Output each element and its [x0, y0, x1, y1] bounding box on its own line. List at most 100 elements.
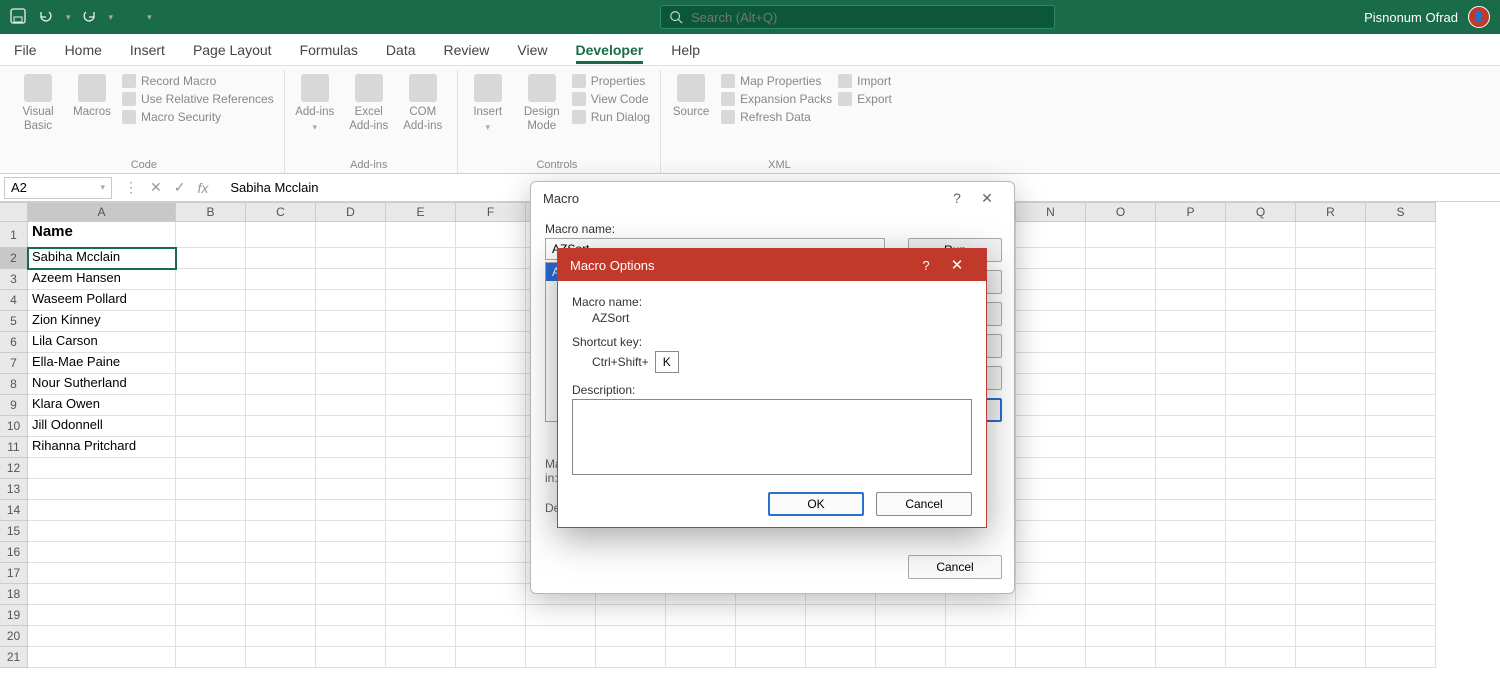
cell[interactable]: Zion Kinney	[28, 311, 176, 332]
cell[interactable]	[456, 332, 526, 353]
cell[interactable]	[1156, 395, 1226, 416]
column-header[interactable]: B	[176, 202, 246, 222]
cell[interactable]	[1296, 479, 1366, 500]
cell[interactable]	[1296, 311, 1366, 332]
cell[interactable]	[1226, 374, 1296, 395]
cell[interactable]	[1296, 332, 1366, 353]
column-header[interactable]: A	[28, 202, 176, 222]
tab-help[interactable]: Help	[671, 36, 700, 64]
cell[interactable]	[1016, 395, 1086, 416]
cell[interactable]	[1016, 605, 1086, 626]
cell[interactable]	[876, 605, 946, 626]
close-icon[interactable]: ✕	[972, 190, 1002, 207]
cell[interactable]	[666, 605, 736, 626]
cell[interactable]	[736, 626, 806, 647]
cell[interactable]	[386, 500, 456, 521]
qat-customize-icon[interactable]: ▾	[147, 12, 152, 23]
cell[interactable]	[176, 542, 246, 563]
cell[interactable]	[1016, 500, 1086, 521]
cell[interactable]	[1226, 395, 1296, 416]
row-header[interactable]: 5	[0, 311, 28, 332]
cell[interactable]: Klara Owen	[28, 395, 176, 416]
cell[interactable]	[246, 563, 316, 584]
cell[interactable]	[876, 647, 946, 668]
addins-button[interactable]: Add-ins▾	[291, 74, 339, 133]
row-header[interactable]: 4	[0, 290, 28, 311]
insert-control-button[interactable]: Insert▾	[464, 74, 512, 133]
redo-icon[interactable]	[81, 8, 99, 26]
cell[interactable]	[1156, 500, 1226, 521]
cell[interactable]	[1296, 437, 1366, 458]
search-box[interactable]	[660, 5, 1055, 29]
cell[interactable]	[1296, 290, 1366, 311]
column-header[interactable]: S	[1366, 202, 1436, 222]
cell[interactable]	[456, 542, 526, 563]
undo-icon[interactable]	[38, 8, 56, 26]
cell[interactable]: Rihanna Pritchard	[28, 437, 176, 458]
cell[interactable]	[666, 647, 736, 668]
cell[interactable]	[526, 626, 596, 647]
cell[interactable]	[316, 222, 386, 248]
cell[interactable]	[456, 458, 526, 479]
cell[interactable]	[1366, 626, 1436, 647]
row-header[interactable]: 20	[0, 626, 28, 647]
cell[interactable]	[1226, 269, 1296, 290]
cell[interactable]	[1156, 563, 1226, 584]
cell[interactable]	[1086, 458, 1156, 479]
cell[interactable]	[1086, 222, 1156, 248]
cell[interactable]	[1296, 500, 1366, 521]
cell[interactable]	[456, 500, 526, 521]
tab-developer[interactable]: Developer	[576, 36, 644, 64]
cell[interactable]	[246, 584, 316, 605]
cell[interactable]	[1016, 647, 1086, 668]
cell[interactable]	[1226, 500, 1296, 521]
cell[interactable]	[176, 311, 246, 332]
cell[interactable]	[176, 269, 246, 290]
cell[interactable]	[176, 395, 246, 416]
cell[interactable]	[1366, 353, 1436, 374]
cell[interactable]	[1226, 458, 1296, 479]
cell[interactable]	[316, 521, 386, 542]
tab-data[interactable]: Data	[386, 36, 416, 64]
row-header[interactable]: 6	[0, 332, 28, 353]
row-header[interactable]: 15	[0, 521, 28, 542]
source-button[interactable]: Source	[667, 74, 715, 120]
cell[interactable]	[1226, 542, 1296, 563]
cell[interactable]	[176, 416, 246, 437]
cell[interactable]	[386, 353, 456, 374]
cell[interactable]	[176, 626, 246, 647]
cell[interactable]	[456, 248, 526, 269]
cell[interactable]	[386, 416, 456, 437]
cell[interactable]	[176, 647, 246, 668]
cell[interactable]	[176, 584, 246, 605]
cell[interactable]	[28, 458, 176, 479]
cell[interactable]	[316, 458, 386, 479]
cell[interactable]	[1366, 416, 1436, 437]
cell[interactable]	[1086, 395, 1156, 416]
cell[interactable]	[386, 290, 456, 311]
cell[interactable]	[596, 647, 666, 668]
macro-cancel-button[interactable]: Cancel	[908, 555, 1002, 579]
cell[interactable]	[246, 290, 316, 311]
cell[interactable]	[316, 584, 386, 605]
cell[interactable]	[1086, 479, 1156, 500]
tab-page-layout[interactable]: Page Layout	[193, 36, 272, 64]
properties-button[interactable]: Properties	[572, 74, 650, 88]
cell[interactable]	[1296, 605, 1366, 626]
cell[interactable]	[1226, 563, 1296, 584]
cell[interactable]	[876, 626, 946, 647]
excel-addins-button[interactable]: Excel Add-ins	[345, 74, 393, 134]
cell[interactable]	[456, 647, 526, 668]
cell[interactable]	[316, 374, 386, 395]
column-header[interactable]: C	[246, 202, 316, 222]
cell[interactable]	[736, 605, 806, 626]
column-header[interactable]: R	[1296, 202, 1366, 222]
cell[interactable]	[316, 248, 386, 269]
cell[interactable]	[1366, 269, 1436, 290]
cell[interactable]	[316, 500, 386, 521]
cell[interactable]	[1296, 584, 1366, 605]
tab-view[interactable]: View	[517, 36, 547, 64]
cell[interactable]	[28, 500, 176, 521]
cell[interactable]	[386, 479, 456, 500]
refresh-data-button[interactable]: Refresh Data	[721, 110, 832, 124]
